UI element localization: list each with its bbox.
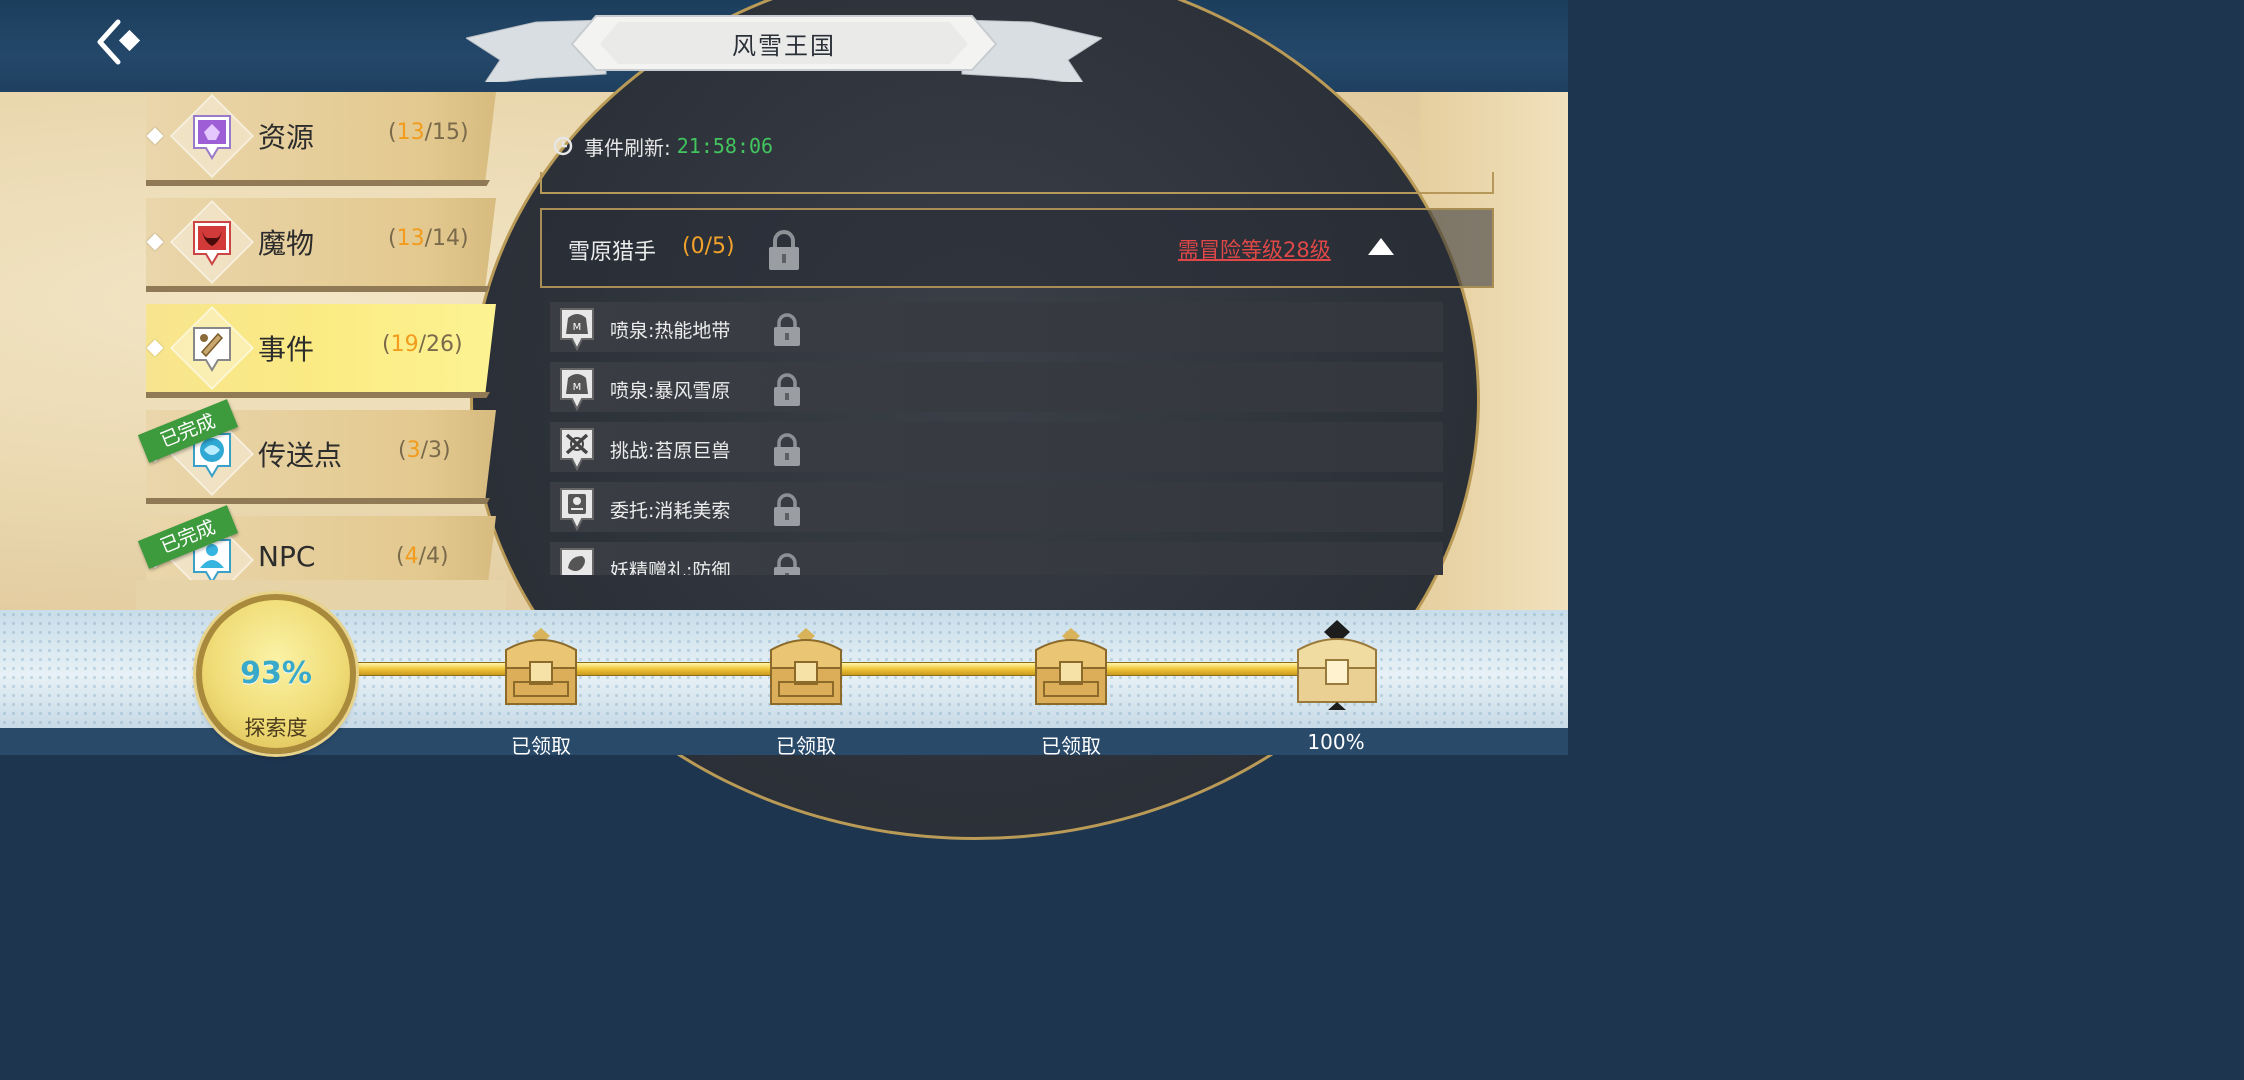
- event-name: 妖精赠礼:防御: [610, 560, 731, 575]
- event-row[interactable]: 委托:消耗美索: [550, 482, 1443, 532]
- group-count: (0/5): [682, 234, 735, 259]
- chest-status-label: 100%: [1307, 730, 1365, 754]
- tab-count: (13/15): [388, 120, 469, 145]
- chest-status-label: 已领取: [511, 734, 571, 758]
- event-name: 委托:消耗美索: [610, 500, 731, 522]
- refresh-time: 21:58:06: [676, 134, 774, 158]
- lock-icon: [774, 493, 800, 526]
- treasure-chest-icon[interactable]: [500, 626, 582, 712]
- svg-text:M: M: [573, 382, 582, 393]
- tab-monsters[interactable]: 魔物 (13/14): [136, 198, 500, 292]
- clock-icon: [553, 136, 573, 156]
- tab-events[interactable]: 事件 (19/26): [136, 304, 500, 398]
- tab-count: (13/14): [388, 226, 469, 251]
- event-row[interactable]: M 喷泉:暴风雪原: [550, 362, 1443, 412]
- exploration-label: 探索度: [244, 716, 308, 740]
- lock-icon: [769, 230, 799, 270]
- refresh-divider: [540, 172, 1494, 194]
- tab-shadow-edge: [146, 286, 490, 292]
- back-button[interactable]: [92, 18, 148, 66]
- crossed-swords-icon: [560, 428, 594, 472]
- collapse-arrow-icon[interactable]: [1368, 238, 1394, 255]
- event-row[interactable]: M 喷泉:热能地带: [550, 302, 1443, 352]
- exploration-progress-badge: 93% 探索度: [196, 594, 356, 754]
- lock-icon: [774, 553, 800, 575]
- event-list[interactable]: M 喷泉:热能地带 M 喷泉:暴风雪原 挑战:苔原巨兽 委托:消耗美索 妖精赠礼…: [550, 300, 1444, 575]
- event-scroll-icon: [193, 327, 231, 372]
- tab-count: (19/26): [382, 332, 463, 357]
- group-title: 雪原猎手: [568, 240, 657, 265]
- money-bag-icon: M: [560, 368, 594, 412]
- tab-label: 传送点: [258, 439, 343, 472]
- event-row[interactable]: 挑战:苔原巨兽: [550, 422, 1443, 472]
- title-banner: 风雪王国: [466, 8, 1102, 82]
- event-group-header[interactable]: 雪原猎手 (0/5) 需冒险等级28级: [540, 208, 1494, 288]
- event-name: 喷泉:暴风雪原: [610, 380, 731, 402]
- treasure-chest-icon[interactable]: [765, 626, 847, 712]
- refresh-label: 事件刷新:: [584, 135, 671, 160]
- fairy-gift-icon: [560, 548, 594, 575]
- level-requirement: 需冒险等级28级: [1178, 238, 1331, 262]
- lock-icon: [774, 433, 800, 466]
- tab-count: (3/3): [398, 438, 451, 463]
- exploration-percent: 93%: [240, 656, 312, 691]
- lock-icon: [774, 373, 800, 406]
- money-bag-icon: M: [560, 308, 594, 352]
- event-row[interactable]: 妖精赠礼:防御: [550, 542, 1443, 575]
- chest-status-label: 已领取: [1041, 734, 1101, 758]
- monster-horns-icon: [193, 221, 231, 266]
- tab-shadow-edge: [146, 498, 490, 504]
- tab-count: (4/4): [396, 544, 449, 569]
- event-refresh-timer: 事件刷新: 21:58:06: [552, 130, 773, 162]
- event-name: 喷泉:热能地带: [610, 320, 731, 342]
- chest-status-label: 已领取: [776, 734, 836, 758]
- svg-text:M: M: [573, 322, 582, 333]
- back-icon: [97, 19, 141, 65]
- tab-label: NPC: [258, 540, 316, 573]
- tab-label: 魔物: [258, 227, 315, 260]
- treasure-chest-icon[interactable]: [1030, 626, 1112, 712]
- tab-label: 事件: [258, 333, 315, 366]
- page-title: 风雪王国: [732, 32, 836, 60]
- tab-resources[interactable]: 资源 (13/15): [136, 92, 500, 186]
- tab-shadow-edge: [146, 392, 490, 398]
- tab-label: 资源: [258, 121, 315, 154]
- tab-teleports[interactable]: 已完成 传送点 (3/3): [136, 399, 500, 504]
- final-treasure-chest-icon[interactable]: [1294, 620, 1380, 710]
- request-note-icon: [560, 488, 594, 532]
- lock-icon: [774, 313, 800, 346]
- resource-crystal-icon: [193, 115, 231, 160]
- event-name: 挑战:苔原巨兽: [610, 440, 731, 462]
- tab-list-clip: [136, 580, 506, 610]
- tab-shadow-edge: [146, 180, 490, 186]
